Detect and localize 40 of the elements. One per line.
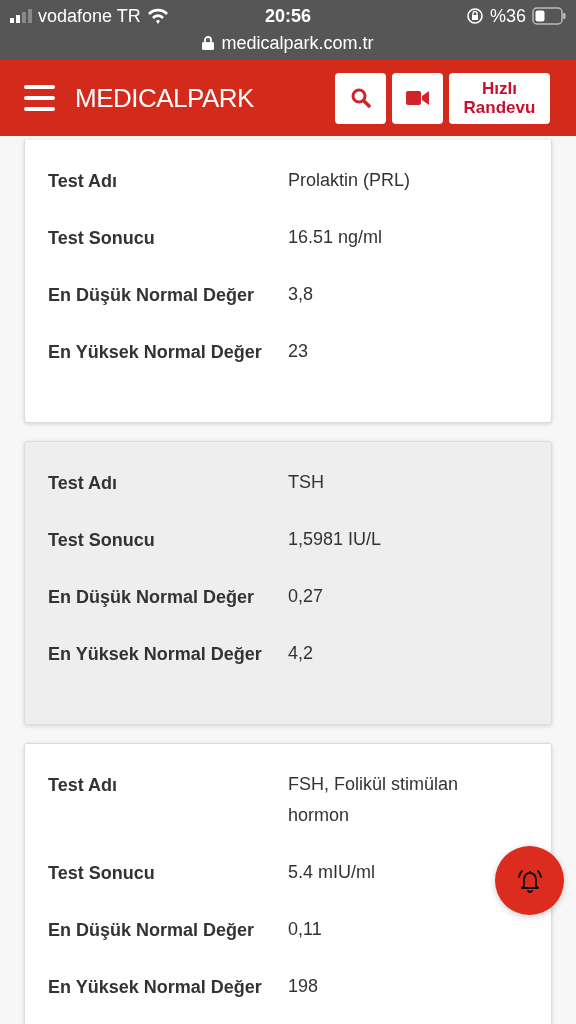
field-value: 23 [288,340,309,363]
field-value: 0,11 [288,918,322,941]
field-value: 0,27 [288,585,324,608]
url-text[interactable]: medicalpark.com.tr [221,32,374,54]
battery-percent: %36 [489,5,526,27]
search-icon [350,88,371,108]
search-button[interactable] [335,72,386,124]
lock-icon [202,36,215,50]
field-label: En Düşük Normal Değer [48,586,256,609]
field-value: 3,8 [288,283,314,306]
field-label: En Düşük Normal Değer [48,284,256,307]
field-label: Test Sonucu [48,227,156,250]
menu-icon[interactable] [24,85,55,111]
field-label: En Düşük Normal Değer [48,919,256,942]
field-value: 16.51 ng/ml [288,226,383,249]
field-label: Test Adı [48,774,118,797]
field-label: En Yüksek Normal Değer [48,643,263,666]
field-value: 1,5981 IU/L [288,528,382,551]
field-value: Prolaktin (PRL) [288,169,411,192]
field-value: 5.4 mIU/ml [288,861,375,884]
wifi-icon [146,8,169,24]
quick-appointment-button[interactable]: Hızlı Randevu [449,72,550,124]
clock-time: 20:56 [263,5,312,27]
field-label: Test Adı [48,472,118,495]
video-camera-icon [405,89,430,107]
field-label: Test Sonucu [48,529,156,552]
field-value: FSH, Folikül stimülan hormon [288,773,460,827]
carrier-name: vodafone TR [38,5,141,27]
battery-icon [532,7,566,25]
signal-icon [10,9,32,23]
field-label: Test Sonucu [48,862,156,885]
video-call-button[interactable] [392,72,443,124]
field-label: En Yüksek Normal Değer [48,976,263,999]
field-label: En Yüksek Normal Değer [48,341,263,364]
field-value: 198 [288,975,319,998]
rotation-lock-icon [465,7,484,25]
field-value: 4,2 [288,642,314,665]
field-value: TSH [288,471,324,494]
field-label: Test Adı [48,170,118,193]
logo[interactable]: MEDICALPARK [75,82,254,114]
